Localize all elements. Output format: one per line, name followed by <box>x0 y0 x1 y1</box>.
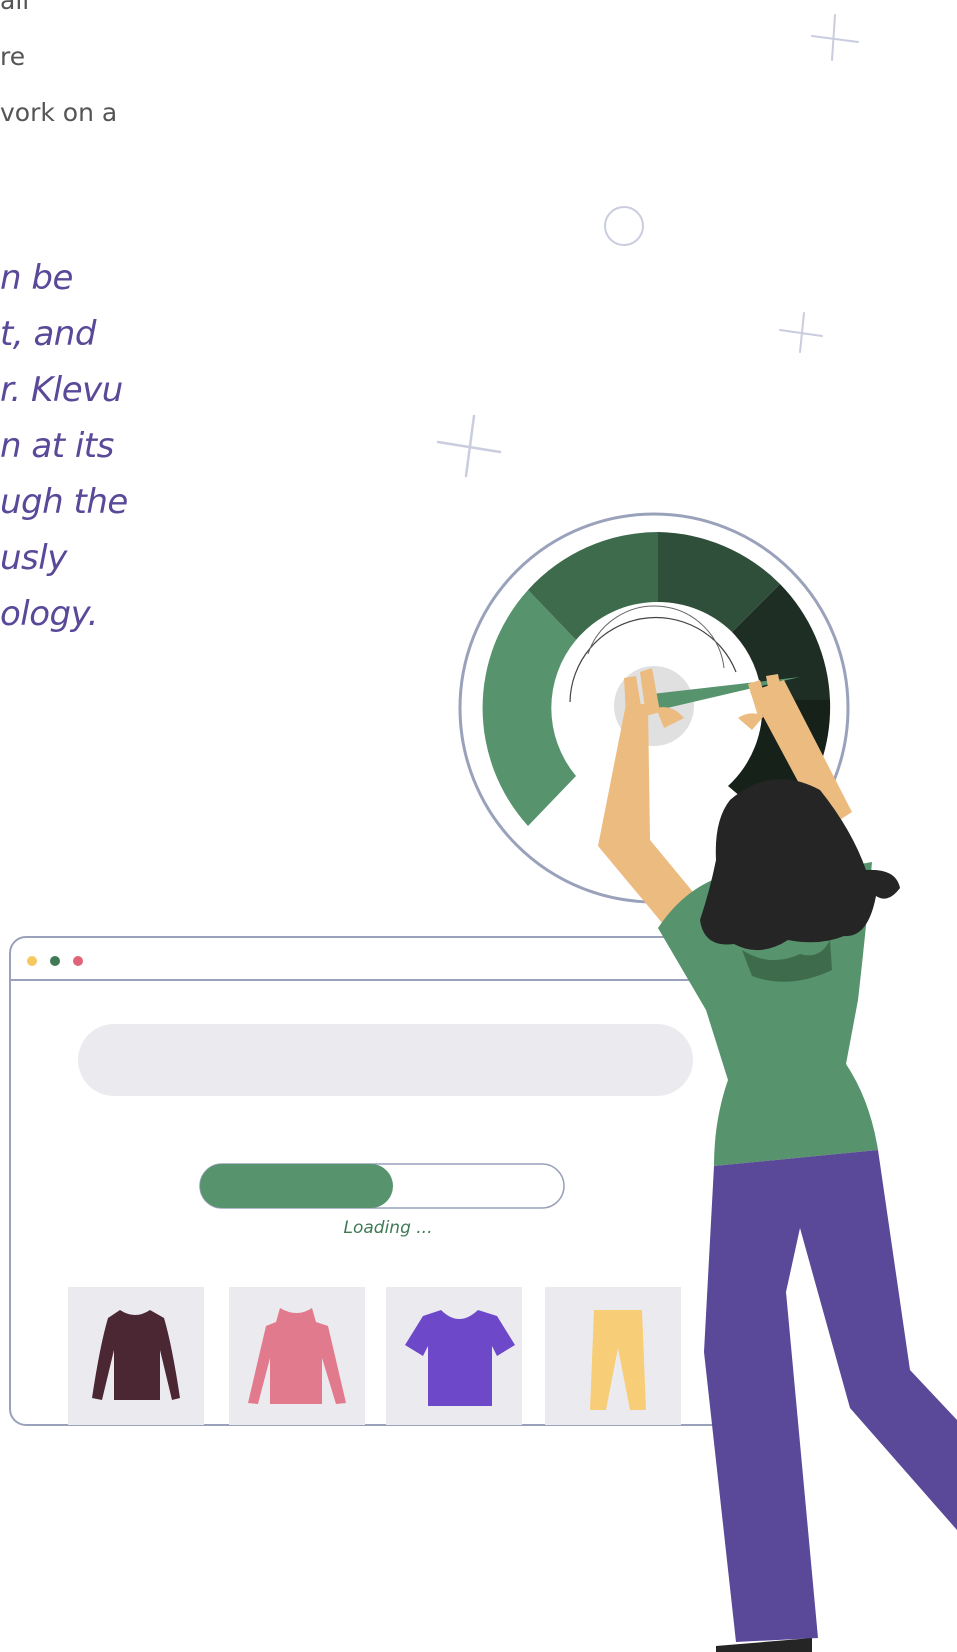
window-dot-green <box>50 956 60 966</box>
browser-window <box>9 936 751 1426</box>
search-bar-placeholder <box>78 1024 693 1096</box>
window-dot-red <box>73 956 83 966</box>
progress-fill <box>200 1164 393 1208</box>
sparkle-icon <box>779 312 823 353</box>
sparkle-icon <box>811 14 859 61</box>
window-dot-yellow <box>27 956 37 966</box>
sparkle-icon <box>436 414 502 478</box>
loading-label: Loading ... <box>343 1218 433 1238</box>
circle-icon <box>604 206 644 246</box>
performance-illustration <box>9 14 957 1652</box>
